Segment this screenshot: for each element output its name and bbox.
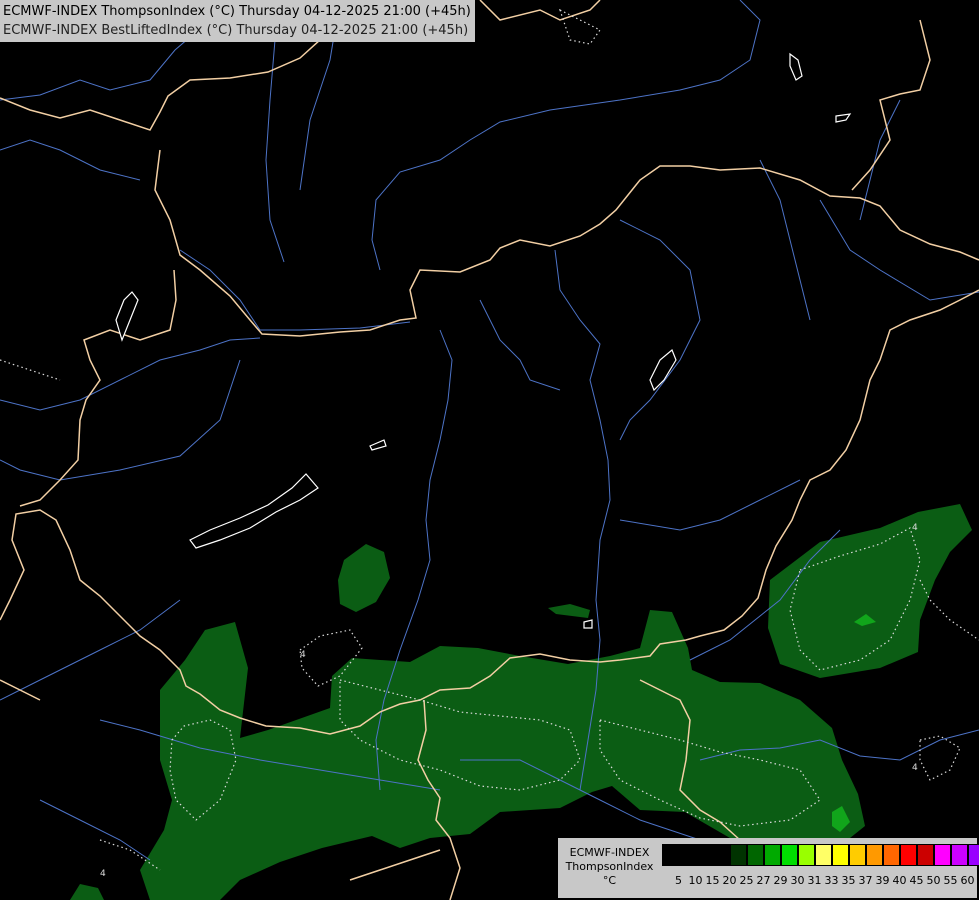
- legend-swatch: [900, 844, 917, 866]
- legend-swatches: [662, 844, 979, 866]
- legend-swatch: [815, 844, 832, 866]
- legend-swatch: [781, 844, 798, 866]
- map-canvas: 4 4 4 4: [0, 0, 979, 900]
- legend-tick: 37: [858, 874, 873, 887]
- legend-swatch: [934, 844, 951, 866]
- legend-swatch: [764, 844, 781, 866]
- legend-tick: 33: [824, 874, 839, 887]
- legend-swatch: [849, 844, 866, 866]
- legend-label: ECMWF-INDEX ThompsonIndex °C: [562, 846, 657, 888]
- legend-tick: 35: [841, 874, 856, 887]
- legend-unit: °C: [602, 874, 617, 887]
- lake-small-1: [369, 439, 387, 451]
- legend-tick: 60: [960, 874, 975, 887]
- legend-tick: 29: [773, 874, 788, 887]
- map-title-block: ECMWF-INDEX ThompsonIndex (°C) Thursday …: [0, 0, 475, 42]
- legend-tick: 40: [892, 874, 907, 887]
- weather-map: 4 4 4 4 ECMWF-INDEX ThompsonIndex (°C) T…: [0, 0, 979, 900]
- legend-swatch: [968, 844, 979, 866]
- lake-north-east-2: [835, 113, 852, 123]
- legend-tick: 39: [875, 874, 890, 887]
- legend-tick: 5: [675, 874, 682, 887]
- contour-label: 4: [300, 650, 306, 660]
- legend-swatch: [917, 844, 934, 866]
- contour-label: 4: [912, 763, 918, 773]
- lake-neusiedl: [115, 291, 139, 342]
- legend-tick: 31: [807, 874, 822, 887]
- legend-source: ECMWF-INDEX: [569, 846, 650, 859]
- legend-swatch: [832, 844, 849, 866]
- legend-swatch: [696, 844, 713, 866]
- map-title-primary: ECMWF-INDEX ThompsonIndex (°C) Thursday …: [3, 4, 471, 19]
- legend-swatch: [866, 844, 883, 866]
- map-title-secondary: ECMWF-INDEX BestLiftedIndex (°C) Thursda…: [3, 23, 469, 38]
- color-legend: ECMWF-INDEX ThompsonIndex °C 5 10 15 20 25 27…: [558, 838, 979, 898]
- legend-tick: 50: [926, 874, 941, 887]
- lake-north-east-1: [789, 52, 803, 81]
- legend-swatch: [662, 844, 679, 866]
- legend-swatch: [713, 844, 730, 866]
- legend-tick: 27: [756, 874, 771, 887]
- green-area-bottom-left: [70, 884, 104, 900]
- legend-swatch: [730, 844, 747, 866]
- lake-small-center: [583, 619, 593, 629]
- green-area-small-center: [548, 604, 590, 618]
- legend-swatch: [883, 844, 900, 866]
- legend-tick: 30: [790, 874, 805, 887]
- legend-swatch: [747, 844, 764, 866]
- contour-label: 4: [912, 523, 918, 533]
- legend-swatch: [951, 844, 968, 866]
- lake-balaton: [189, 473, 319, 549]
- legend-tick: 20: [722, 874, 737, 887]
- legend-tick: 25: [739, 874, 754, 887]
- contour-label: 4: [100, 869, 106, 879]
- legend-tick: 10: [688, 874, 703, 887]
- green-area-north-blob: [338, 544, 390, 612]
- legend-ticks: 5 10 15 20 25 27 29 30 31 33 35 37 39 40 45 50 55 60: [670, 874, 976, 887]
- legend-swatch: [679, 844, 696, 866]
- legend-tick: 55: [943, 874, 958, 887]
- legend-swatch: [798, 844, 815, 866]
- legend-tick: 45: [909, 874, 924, 887]
- legend-tick: 15: [705, 874, 720, 887]
- green-area-east: [768, 504, 972, 678]
- legend-parameter: ThompsonIndex: [565, 860, 654, 873]
